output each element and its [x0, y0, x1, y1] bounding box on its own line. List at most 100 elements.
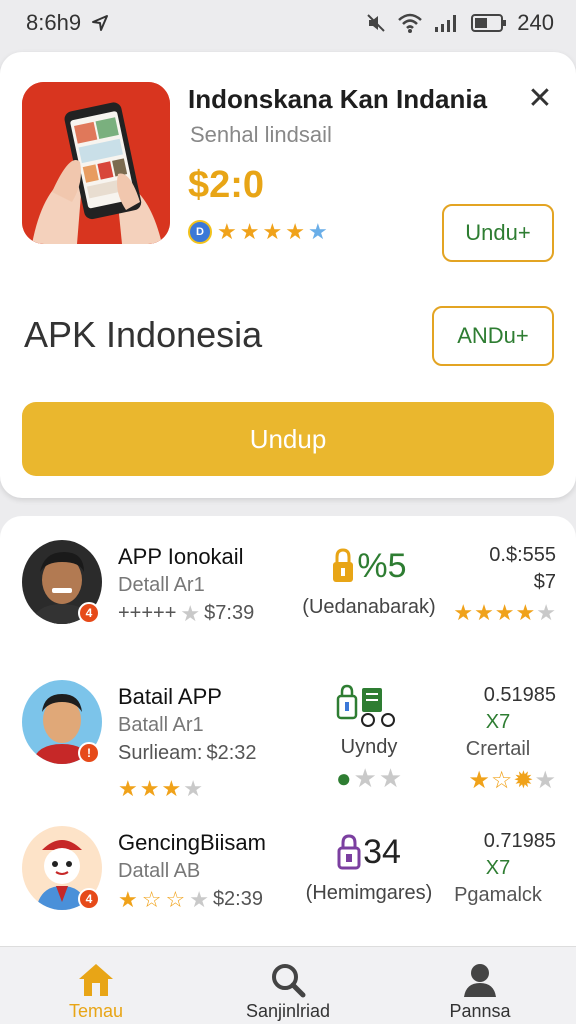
item-stats: 0.$:555 $7 ★ ★ ★ ★ ★: [440, 544, 556, 624]
list-item[interactable]: 4 APP Ionokail Detall Ar1 +++++ ★ $7:39 …: [0, 536, 576, 676]
wifi-icon: [398, 13, 423, 33]
item-meta: Surlieam: $2:32: [118, 742, 257, 765]
avatar-badge: !: [78, 742, 100, 764]
lock-icon: [333, 548, 354, 582]
primary-download-button[interactable]: Undup: [22, 402, 554, 476]
item-meta-prefix: +++++: [118, 602, 177, 624]
item-title: GencingBiisam: [118, 830, 266, 855]
nav-label: Temau: [68, 1001, 124, 1021]
star-icon: ★: [378, 763, 403, 793]
discount-value: %5: [357, 546, 407, 585]
star-icon: ★: [161, 776, 182, 801]
star-icon: ★: [262, 219, 283, 244]
item-stat-value: 0.71985: [483, 830, 556, 852]
star-icon: ★: [453, 600, 474, 625]
item-stat-price: X7: [485, 857, 511, 879]
star-icon: ★: [534, 767, 556, 794]
item-subtitle: Datall AB: [118, 860, 201, 882]
item-stat-label: Crertail: [465, 738, 531, 760]
item-rating: ★ ☆ ✹ ★: [440, 769, 556, 793]
item-subtitle: Batall Ar1: [118, 714, 204, 736]
status-bar: 8:6h9 240: [0, 0, 576, 46]
item-stat-value: 0.$:555: [489, 544, 556, 566]
status-time: 8:6h9: [26, 10, 82, 35]
item-meta: +++++ ★ $7:39: [118, 602, 254, 625]
nav-label: Sanjinlriad: [245, 1001, 331, 1021]
avatar-badge: 4: [78, 888, 100, 910]
avatar: !: [22, 680, 102, 764]
list-item[interactable]: ! Batail APP Batall Ar1 Surlieam: $2:32 …: [0, 676, 576, 816]
star-icon: ★: [217, 219, 237, 244]
close-button[interactable]: ✕: [524, 82, 556, 115]
star-icon: ★: [515, 600, 536, 625]
item-stat-price: X7: [485, 711, 511, 733]
app-price: $2:0: [188, 164, 265, 206]
mute-icon: [367, 14, 385, 32]
nav-profile[interactable]: Pannsa: [405, 961, 555, 1022]
item-extra-rating: ● ★ ★: [300, 765, 438, 791]
profile-icon: [464, 964, 496, 997]
section-title: APK Indonesia: [24, 314, 263, 355]
item-stat-label: Pgamalck: [454, 884, 542, 906]
star-icon: ★: [239, 219, 260, 244]
signal-icon: [435, 15, 457, 32]
discount-label: Uyndy: [340, 736, 398, 758]
item-meta-prefix: Surlieam:: [118, 742, 203, 764]
item-stat-value: 0.51985: [483, 684, 556, 706]
item-rating: ★ ★ ★ ★: [118, 778, 203, 800]
section-install-button[interactable]: ANDu+: [432, 306, 554, 366]
status-right: 240: [365, 10, 554, 36]
item-price: $2:39: [212, 888, 263, 910]
item-discount: 34 (Hemimgares): [300, 828, 438, 905]
lock-cart-icon: [336, 684, 395, 727]
app-list: 4 APP Ionokail Detall Ar1 +++++ ★ $7:39 …: [0, 516, 576, 946]
nav-home[interactable]: Temau: [21, 961, 171, 1022]
discount-label: (Uedanabarak): [302, 596, 436, 618]
install-button[interactable]: Undu+: [442, 204, 554, 262]
discount-value: 34: [363, 832, 401, 871]
item-stats: 0.71985 X7 Pgamalck: [440, 830, 556, 907]
item-discount: %5 (Uedanabarak): [300, 542, 438, 619]
star-icon: ★: [474, 600, 494, 625]
item-meta: ★ ☆ ☆ ★ $2:39: [118, 888, 263, 911]
item-title: APP Ionokail: [118, 544, 244, 569]
location-arrow-icon: [92, 15, 109, 31]
star-icon: ★: [536, 600, 556, 625]
star-icon: ★: [118, 886, 138, 912]
home-icon: [79, 964, 113, 996]
item-price: $2:32: [206, 742, 257, 764]
star-icon: ★: [118, 776, 138, 801]
star-icon: ★: [353, 763, 377, 793]
star-icon: ☆: [141, 886, 162, 912]
app-rating: D ★ ★ ★ ★ ★: [188, 220, 328, 244]
item-subtitle: Detall Ar1: [118, 574, 205, 596]
ghost-icon: ●: [335, 763, 352, 793]
nav-search[interactable]: Sanjinlriad: [213, 961, 363, 1022]
lock-icon: [337, 834, 361, 870]
nav-label: Pannsa: [449, 1001, 511, 1021]
list-item[interactable]: 4 GencingBiisam Datall AB ★ ☆ ☆ ★ $2:39 …: [0, 822, 576, 962]
app-icon[interactable]: [22, 82, 170, 244]
bottom-nav: Temau Sanjinlriad Pannsa: [0, 946, 576, 1024]
avatar: 4: [22, 540, 102, 624]
hands-phone-illustration: [22, 82, 170, 244]
search-icon: [272, 964, 306, 998]
item-discount: Uyndy ● ★ ★: [300, 682, 438, 791]
star-icon: ★: [183, 776, 203, 801]
item-rating: ★ ★ ★ ★ ★: [440, 602, 556, 624]
star-icon: ★: [468, 767, 490, 794]
star-icon: ★: [189, 886, 209, 912]
battery-icon: [471, 14, 507, 32]
publisher-badge-icon: D: [188, 220, 212, 244]
star-icon: ★: [285, 219, 305, 244]
star-icon: ★: [494, 600, 515, 625]
item-stat-price: $7: [533, 571, 556, 593]
app-subtitle: Senhal lindsail: [190, 122, 332, 147]
star-icon: ★: [307, 219, 328, 244]
star-icon: ☆: [490, 767, 513, 794]
app-title: Indonskana Kan Indania: [188, 84, 488, 114]
battery-level: 240: [517, 10, 554, 35]
status-left: 8:6h9: [26, 10, 109, 36]
star-icon: ★: [180, 600, 201, 626]
item-price: $7:39: [204, 602, 255, 624]
